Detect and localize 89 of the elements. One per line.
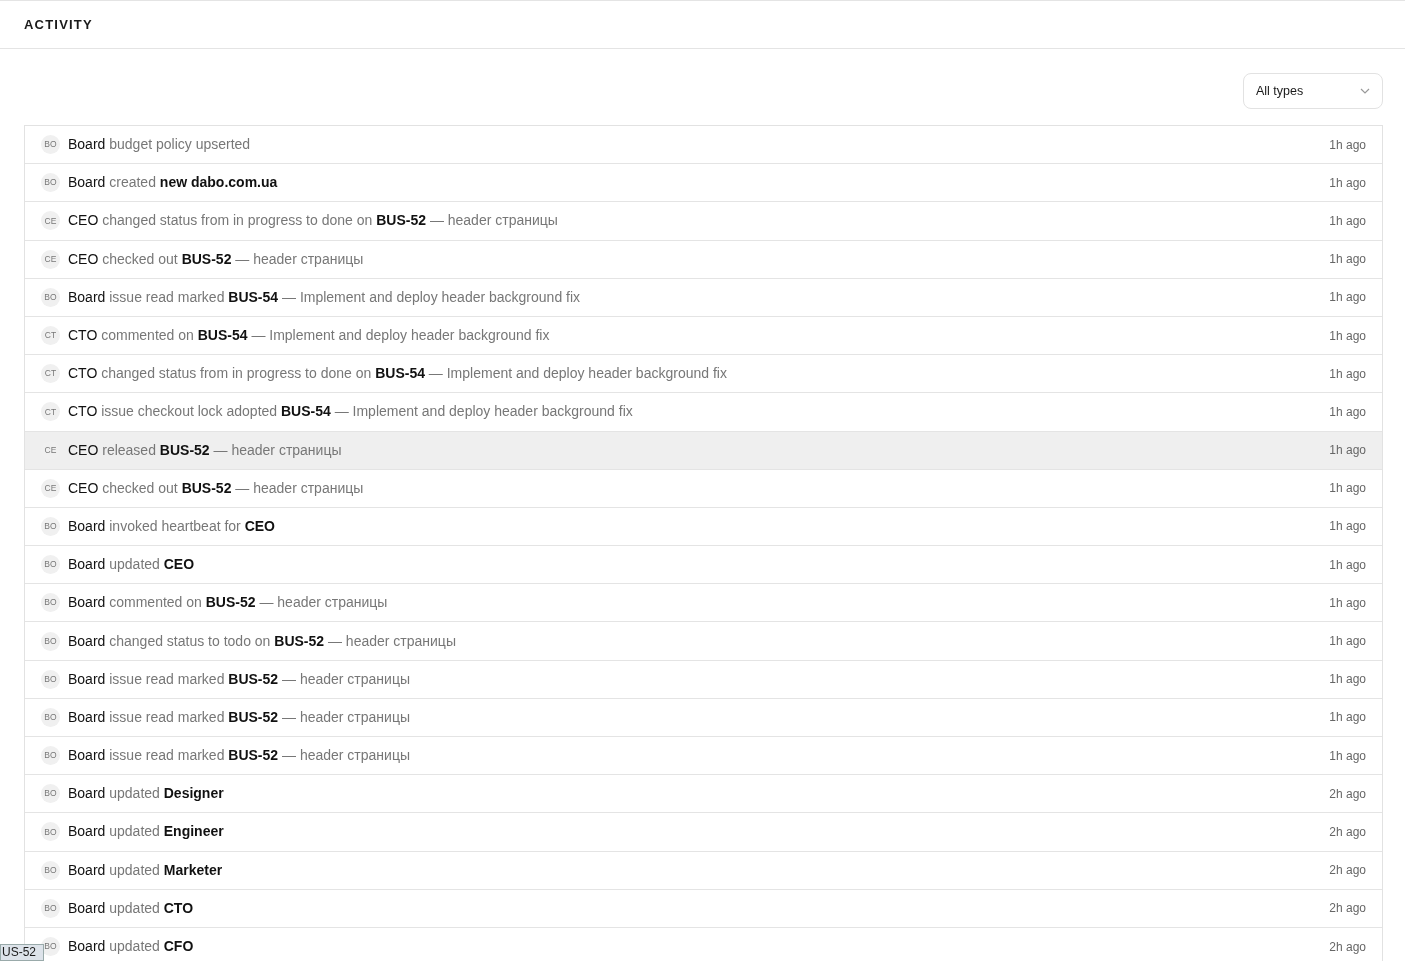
activity-text: Board issue read marked BUS-52 — header страницы <box>68 746 411 766</box>
activity-row[interactable]: CT CTO changed status from in progress to done on BUS-54 — Implement and deploy header background fix 1h ago <box>25 355 1382 394</box>
activity-row[interactable]: CE CEO released BUS-52 — header страницы 1h ago <box>25 431 1382 470</box>
activity-row[interactable]: CE CEO checked out BUS-52 — header страницы 1h ago <box>25 469 1382 508</box>
avatar: BO <box>41 746 60 766</box>
activity-row[interactable]: CT CTO issue checkout lock adopted BUS-54 — Implement and deploy header background fix 1h ago <box>25 393 1382 432</box>
page-title: ACTIVITY <box>24 15 93 34</box>
timestamp: 1h ago <box>1329 365 1366 383</box>
activity-row[interactable]: BO Board invoked heartbeat for CEO 1h ago <box>25 507 1382 547</box>
activity-text: Board updated CFO <box>68 937 195 957</box>
timestamp: 2h ago <box>1329 900 1366 918</box>
timestamp: 1h ago <box>1329 327 1366 345</box>
activity-text: Board budget policy upserted <box>68 135 252 155</box>
timestamp: 1h ago <box>1329 289 1366 307</box>
activity-row[interactable]: CE CEO checked out BUS-52 — header страницы 1h ago <box>25 240 1382 279</box>
activity-text: CEO changed status from in progress to done on BUS-52 — header страницы <box>68 211 559 231</box>
activity-row[interactable]: BO Board issue read marked BUS-52 — header страницы 1h ago <box>25 698 1382 737</box>
avatar: BO <box>41 135 60 155</box>
activity-text: Board updated CTO <box>68 898 195 918</box>
avatar: BO <box>41 898 60 918</box>
avatar: BO <box>41 173 60 193</box>
activity-text: CTO issue checkout lock adopted BUS-54 — Implement and deploy header background fix <box>68 402 634 422</box>
activity-text: Board updated Designer <box>68 784 225 804</box>
activity-text: Board changed status to todo on BUS-52 — header страницы <box>68 631 457 651</box>
avatar: BO <box>41 631 60 651</box>
activity-row[interactable]: BO Board commented on BUS-52 — header страницы 1h ago <box>25 584 1382 623</box>
timestamp: 1h ago <box>1329 633 1366 651</box>
avatar: CT <box>41 326 60 346</box>
timestamp: 1h ago <box>1329 747 1366 765</box>
activity-row[interactable]: CT CTO commented on BUS-54 — Implement and deploy header background fix 1h ago <box>25 316 1382 356</box>
activity-text: Board issue read marked BUS-52 — header страницы <box>68 669 411 689</box>
activity-text: CEO checked out BUS-52 — header страницы <box>68 249 365 269</box>
timestamp: 1h ago <box>1329 251 1366 269</box>
avatar: BO <box>41 784 60 804</box>
activity-row[interactable]: BO Board issue read marked BUS-52 — header страницы 1h ago <box>25 737 1382 776</box>
timestamp: 1h ago <box>1329 671 1366 689</box>
timestamp: 2h ago <box>1329 938 1366 956</box>
activity-row[interactable]: CE CEO changed status from in progress to done on BUS-52 — header страницы 1h ago <box>25 202 1382 241</box>
avatar: CE <box>41 249 60 269</box>
timestamp: 1h ago <box>1329 556 1366 574</box>
activity-text: Board updated CEO <box>68 555 196 575</box>
activity-row[interactable]: BO Board updated Designer 2h ago <box>25 775 1382 814</box>
activity-text: Board created new dabo.com.ua <box>68 173 279 193</box>
avatar: BO <box>41 287 60 307</box>
type-filter-dropdown[interactable]: All types <box>1243 73 1383 109</box>
timestamp: 1h ago <box>1329 174 1366 192</box>
activity-text: CEO checked out BUS-52 — header страницы <box>68 478 365 498</box>
timestamp: 1h ago <box>1329 594 1366 612</box>
activity-text: Board issue read marked BUS-54 — Implement and deploy header background fix <box>68 287 582 307</box>
activity-row[interactable]: BO Board created new dabo.com.ua 1h ago <box>25 164 1382 203</box>
avatar: BO <box>41 860 60 880</box>
activity-text: Board updated Marketer <box>68 860 224 880</box>
avatar: BO <box>41 822 60 842</box>
timestamp: 2h ago <box>1329 785 1366 803</box>
activity-row[interactable]: BO Board updated CTO 2h ago <box>25 889 1382 928</box>
activity-row[interactable]: BO Board issue read marked BUS-52 — header страницы 1h ago <box>25 660 1382 699</box>
timestamp: 2h ago <box>1329 862 1366 880</box>
timestamp: 1h ago <box>1329 212 1366 230</box>
timestamp: 1h ago <box>1329 518 1366 536</box>
timestamp: 1h ago <box>1329 442 1366 460</box>
avatar: BO <box>41 593 60 613</box>
activity-text: CTO changed status from in progress to done on BUS-54 — Implement and deploy header background fix <box>68 364 728 384</box>
avatar: CE <box>41 211 60 231</box>
avatar: CT <box>41 364 60 384</box>
avatar: CE <box>41 478 60 498</box>
timestamp: 1h ago <box>1329 709 1366 727</box>
activity-text: Board issue read marked BUS-52 — header страницы <box>68 707 411 727</box>
activity-text: CEO released BUS-52 — header страницы <box>68 440 343 460</box>
tooltip: US-52 <box>0 944 44 961</box>
activity-text: Board updated Engineer <box>68 822 225 842</box>
timestamp: 1h ago <box>1329 403 1366 421</box>
avatar: BO <box>41 669 60 689</box>
activity-text: Board invoked heartbeat for CEO <box>68 516 276 536</box>
activity-row[interactable]: BO Board issue read marked BUS-54 — Implement and deploy header background fix 1h ago <box>25 278 1382 317</box>
avatar: BO <box>41 707 60 727</box>
timestamp: 2h ago <box>1329 823 1366 841</box>
timestamp: 1h ago <box>1329 136 1366 154</box>
activity-text: CTO commented on BUS-54 — Implement and deploy header background fix <box>68 326 551 346</box>
chevron-down-icon <box>1360 88 1370 94</box>
activity-row[interactable]: BO Board budget policy upserted 1h ago <box>25 126 1382 165</box>
avatar: BO <box>41 516 60 536</box>
activity-text: Board commented on BUS-52 — header страницы <box>68 593 389 613</box>
activity-row[interactable]: BO Board updated Marketer 2h ago <box>25 851 1382 890</box>
avatar: CT <box>41 402 60 422</box>
avatar: BO <box>41 555 60 575</box>
activity-row[interactable]: BO Board updated Engineer 2h ago <box>25 813 1382 852</box>
activity-row[interactable]: BO Board updated CEO 1h ago <box>25 546 1382 585</box>
timestamp: 1h ago <box>1329 480 1366 498</box>
activity-row[interactable]: BO Board changed status to todo on BUS-52 — header страницы 1h ago <box>25 622 1382 661</box>
